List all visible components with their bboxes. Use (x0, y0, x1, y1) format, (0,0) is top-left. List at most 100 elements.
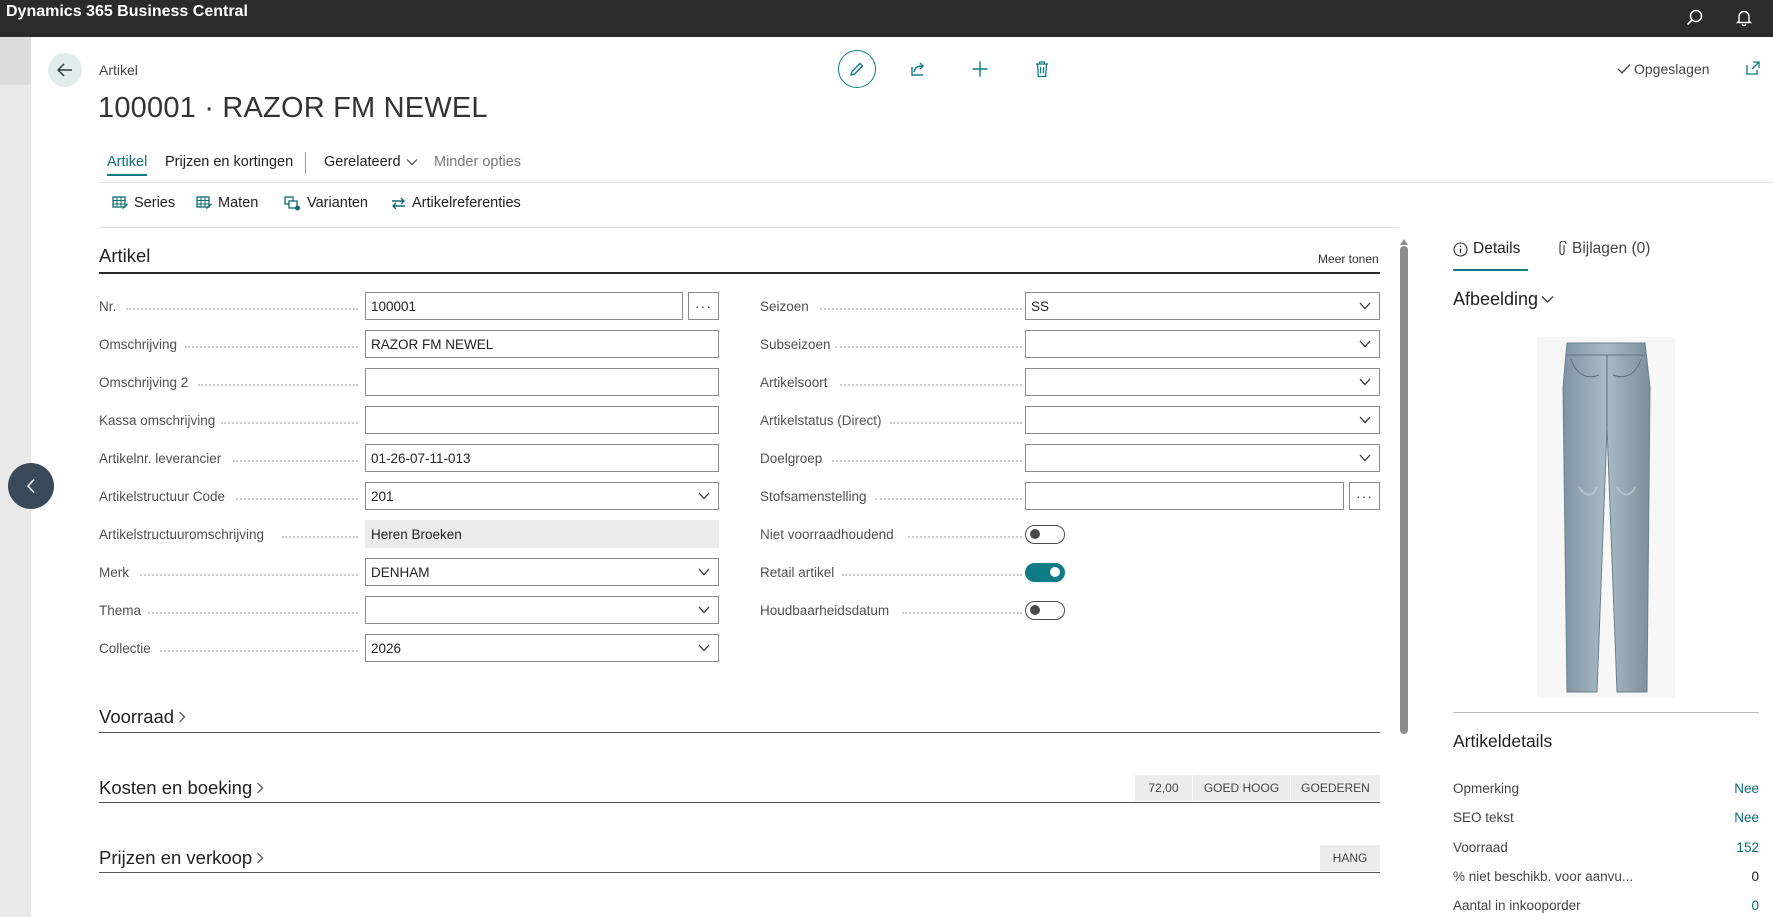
section-kosten-en-boeking[interactable]: Kosten en boeking (99, 777, 264, 799)
fact-value-opmerking[interactable]: Nee (1734, 781, 1759, 796)
breadcrumb: Artikel (99, 62, 138, 78)
field-label-merk: Merk (99, 565, 129, 580)
collectie-select[interactable]: 2026 (365, 634, 719, 662)
action-maten[interactable]: Maten (196, 195, 258, 211)
action-varianten[interactable]: Varianten (284, 195, 368, 211)
section-underline (99, 272, 1380, 274)
chevron-down-icon (1541, 296, 1554, 303)
saved-status-label: Opgeslagen (1634, 61, 1710, 77)
share-button[interactable] (909, 60, 929, 80)
pencil-icon (849, 62, 864, 77)
section-underline (99, 802, 1380, 803)
tab-divider (305, 152, 306, 174)
omschrijving-input[interactable]: RAZOR FM NEWEL (365, 330, 719, 358)
doelgroep-select[interactable] (1025, 444, 1380, 472)
field-label-artikelstructuuromschrijving: Artikelstructuuromschrijving (99, 527, 265, 542)
chevron-down-icon (406, 159, 418, 166)
section-prijzen-en-verkoop[interactable]: Prijzen en verkoop (99, 847, 264, 869)
open-new-window-button[interactable] (1745, 60, 1763, 78)
stofsamenstelling-input[interactable] (1025, 482, 1344, 510)
field-label-artikelnr-leverancier: Artikelnr. leverancier (99, 451, 222, 466)
chevron-down-icon (698, 644, 710, 652)
chevron-right-icon (179, 711, 186, 723)
factbox-tab-details[interactable]: Details (1453, 240, 1520, 258)
field-label-nr: Nr. (99, 299, 117, 314)
field-label-doelgroep: Doelgroep (760, 451, 823, 466)
chevron-down-icon (698, 492, 710, 500)
factbox-tab-attachments[interactable]: Bijlagen (0) (1557, 240, 1650, 258)
checkmark-icon (1617, 64, 1631, 74)
field-label-omschrijving: Omschrijving (99, 337, 178, 352)
delete-button[interactable] (1034, 60, 1054, 80)
edit-button[interactable] (838, 50, 876, 88)
houdbaarheidsdatum-toggle[interactable] (1025, 601, 1065, 620)
search-icon[interactable] (1681, 4, 1709, 32)
section-voorraad[interactable]: Voorraad (99, 706, 186, 728)
fact-label-seo-tekst: SEO tekst (1453, 810, 1514, 825)
chevron-down-icon (1359, 302, 1371, 310)
artikeldetails-header: Artikeldetails (1453, 731, 1553, 751)
factbox-divider (1453, 712, 1759, 713)
picture-section-header[interactable]: Afbeelding (1453, 289, 1554, 310)
summary-pill: GOED HOOG (1193, 775, 1291, 801)
scrollbar-thumb[interactable] (1400, 246, 1408, 734)
action-artikelreferenties[interactable]: Artikelreferenties (391, 195, 521, 211)
field-label-houdbaarheidsdatum: Houdbaarheidsdatum (760, 603, 890, 618)
variants-icon (284, 195, 300, 210)
field-label-collectie: Collectie (99, 641, 151, 656)
tab-minder-opties[interactable]: Minder opties (434, 154, 521, 170)
saved-status: Opgeslagen (1617, 61, 1710, 77)
niet-voorraadhoudend-toggle[interactable] (1025, 525, 1065, 544)
chevron-down-icon (1359, 378, 1371, 386)
back-button[interactable] (48, 53, 82, 87)
merk-select[interactable]: DENHAM (365, 558, 719, 586)
app-topbar: Dynamics 365 Business Central (0, 0, 1773, 37)
jeans-picture (1537, 337, 1675, 698)
item-picture[interactable] (1537, 337, 1675, 698)
artikelnr-leverancier-input[interactable]: 01-26-07-11-013 (365, 444, 719, 472)
chevron-down-icon (698, 568, 710, 576)
section-underline (99, 872, 1380, 873)
kassa-omschrijving-input[interactable] (365, 406, 719, 434)
field-label-thema: Thema (99, 603, 142, 618)
field-label-artikelsoort: Artikelsoort (760, 375, 828, 390)
omschrijving-2-input[interactable] (365, 368, 719, 396)
artikelstructuur-code-select[interactable]: 201 (365, 482, 719, 510)
chevron-right-icon (257, 782, 264, 794)
fact-value-aantal-in-inkooporder[interactable]: 0 (1751, 898, 1759, 913)
plus-icon (972, 61, 988, 77)
show-more-link[interactable]: Meer tonen (1318, 252, 1379, 266)
collapse-pane-button[interactable] (8, 463, 54, 509)
chevron-down-icon (698, 606, 710, 614)
stofsamenstelling-lookup-button[interactable]: ··· (1349, 482, 1380, 510)
new-button[interactable] (971, 60, 991, 80)
notification-bell-icon[interactable] (1730, 4, 1758, 32)
fact-value-voorraad[interactable]: 152 (1736, 840, 1759, 855)
fact-label-niet-beschikbaar: % niet beschikb. voor aanvu... (1453, 869, 1634, 884)
app-title: Dynamics 365 Business Central (6, 3, 248, 20)
thema-select[interactable] (365, 596, 719, 624)
fact-value-seo-tekst[interactable]: Nee (1734, 810, 1759, 825)
field-label-stofsamenstelling: Stofsamenstelling (760, 489, 867, 504)
retail-artikel-toggle[interactable] (1025, 563, 1065, 582)
seizoen-select[interactable]: SS (1025, 292, 1380, 320)
action-series[interactable]: Series (112, 195, 175, 211)
subseizoen-select[interactable] (1025, 330, 1380, 358)
tab-gerelateerd[interactable]: Gerelateerd (324, 154, 418, 170)
tab-prijzen-en-kortingen[interactable]: Prijzen en kortingen (165, 154, 293, 170)
share-icon (911, 62, 924, 76)
field-label-artikelstructuur-code: Artikelstructuur Code (99, 489, 226, 504)
scroll-up-arrow[interactable] (1400, 232, 1408, 245)
artikelstatus-select[interactable] (1025, 406, 1380, 434)
trash-icon (1036, 61, 1048, 78)
tab-artikel[interactable]: Artikel (107, 154, 148, 176)
artikelsoort-select[interactable] (1025, 368, 1380, 396)
fact-label-aantal-in-inkooporder: Aantal in inkooporder (1453, 898, 1581, 913)
field-label-retail-artikel: Retail artikel (760, 565, 835, 580)
chevron-right-icon (257, 852, 264, 864)
nr-input[interactable]: 100001 (365, 292, 683, 320)
nr-lookup-button[interactable]: ··· (688, 292, 719, 320)
chevron-down-icon (1359, 454, 1371, 462)
page-title: 100001 · RAZOR FM NEWEL (98, 92, 488, 124)
swap-arrows-icon (392, 197, 405, 209)
